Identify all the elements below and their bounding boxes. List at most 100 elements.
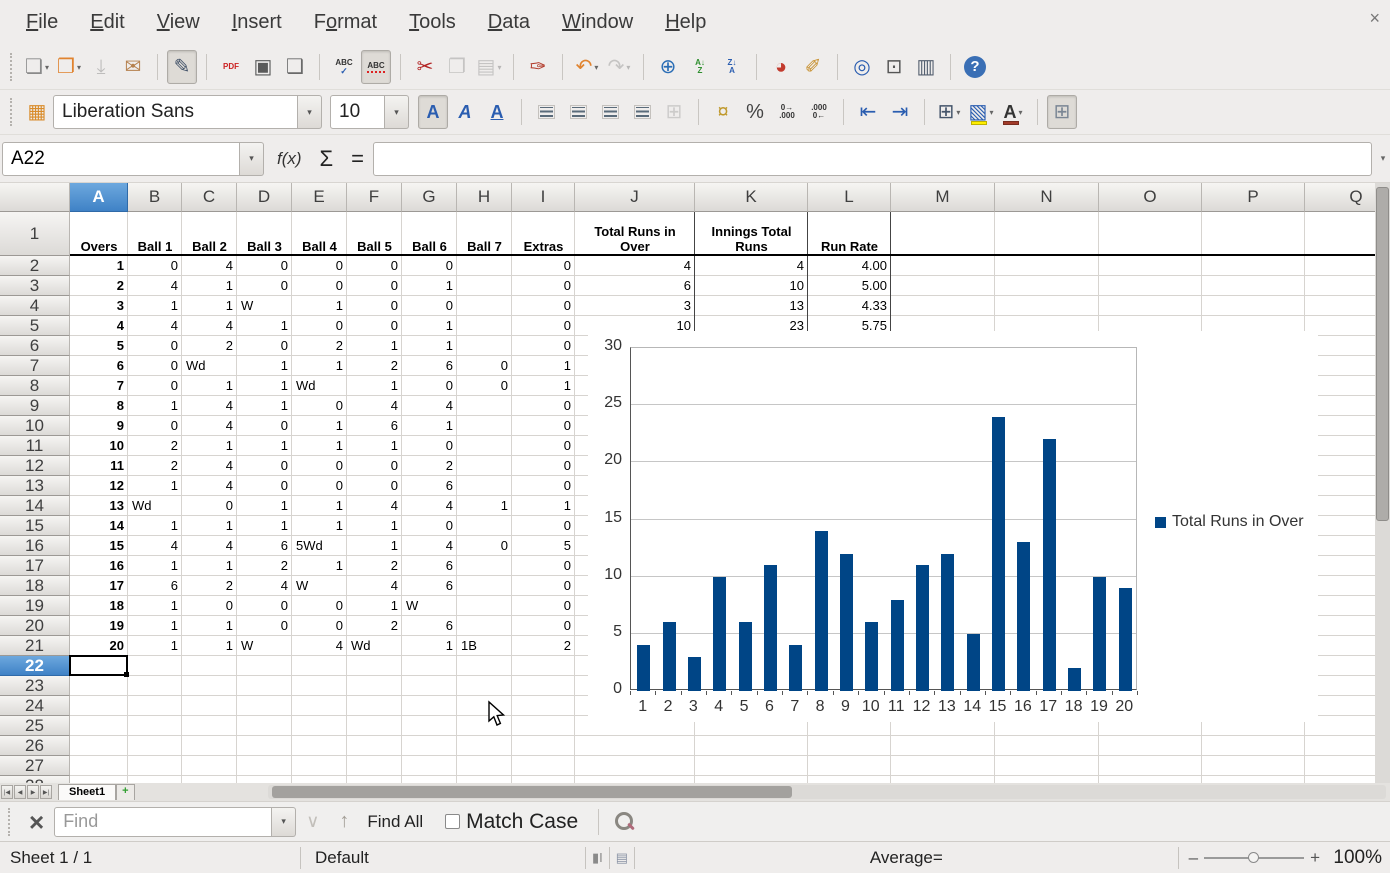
cell-F2[interactable]: 0: [347, 256, 402, 276]
cell-E4[interactable]: 1: [292, 296, 347, 316]
cell-G21[interactable]: 1: [402, 636, 457, 656]
cell-D8[interactable]: 1: [237, 376, 292, 396]
cell-D21[interactable]: W: [237, 636, 292, 656]
row-header-4[interactable]: 4: [0, 296, 70, 316]
email-icon[interactable]: ✉: [118, 50, 148, 84]
cell-G20[interactable]: 6: [402, 616, 457, 636]
menu-format[interactable]: Format: [298, 5, 393, 40]
cell-I1[interactable]: Extras: [512, 212, 575, 256]
cell-E19[interactable]: 0: [292, 596, 347, 616]
cell-D1[interactable]: Ball 3: [237, 212, 292, 256]
cell-G18[interactable]: 6: [402, 576, 457, 596]
cell-E6[interactable]: 2: [292, 336, 347, 356]
grid-corner[interactable]: [0, 183, 70, 212]
cell-D20[interactable]: 0: [237, 616, 292, 636]
dropdown-arrow-icon[interactable]: ▾: [1018, 108, 1022, 117]
dropdown-arrow-icon[interactable]: ▾: [594, 63, 598, 72]
row-header-7[interactable]: 7: [0, 356, 70, 376]
cell-D9[interactable]: 1: [237, 396, 292, 416]
cell-B1[interactable]: Ball 1: [128, 212, 182, 256]
cell-G19[interactable]: W: [402, 596, 457, 616]
open-folder-icon[interactable]: ❐▾: [54, 50, 84, 84]
cell-E16[interactable]: 5Wd: [292, 536, 347, 556]
currency-icon[interactable]: ¤: [708, 95, 738, 129]
cell-G7[interactable]: 6: [402, 356, 457, 376]
cell-F19[interactable]: 1: [347, 596, 402, 616]
gallery-icon[interactable]: ⊡: [879, 50, 909, 84]
cell-F18[interactable]: 4: [347, 576, 402, 596]
cell-B7[interactable]: 0: [128, 356, 182, 376]
function-wizard-icon[interactable]: f(x): [277, 149, 302, 169]
cell-F8[interactable]: 1: [347, 376, 402, 396]
cell-C6[interactable]: 2: [182, 336, 237, 356]
row-header-13[interactable]: 13: [0, 476, 70, 496]
cell-A11[interactable]: 10: [70, 436, 128, 456]
name-box[interactable]: [2, 142, 240, 176]
cell-D7[interactable]: 1: [237, 356, 292, 376]
column-header-A[interactable]: A: [70, 183, 128, 212]
document-modified-icon[interactable]: ▤: [616, 850, 628, 866]
status-average[interactable]: Average=: [635, 848, 1178, 868]
cell-C20[interactable]: 1: [182, 616, 237, 636]
row-header-21[interactable]: 21: [0, 636, 70, 656]
cell-F17[interactable]: 2: [347, 556, 402, 576]
cell-D4[interactable]: W: [237, 296, 292, 316]
cell-F6[interactable]: 1: [347, 336, 402, 356]
cell-F1[interactable]: Ball 5: [347, 212, 402, 256]
cell-B10[interactable]: 0: [128, 416, 182, 436]
cell-I12[interactable]: 0: [512, 456, 575, 476]
dropdown-arrow-icon[interactable]: ▾: [989, 108, 993, 117]
find-and-replace-icon[interactable]: [613, 811, 635, 833]
cell-D6[interactable]: 0: [237, 336, 292, 356]
cell-F3[interactable]: 0: [347, 276, 402, 296]
row-header-6[interactable]: 6: [0, 336, 70, 356]
cell-B3[interactable]: 4: [128, 276, 182, 296]
cell-D10[interactable]: 0: [237, 416, 292, 436]
row-header-2[interactable]: 2: [0, 256, 70, 276]
undo-icon[interactable]: ↶▾: [572, 50, 602, 84]
cell-E11[interactable]: 1: [292, 436, 347, 456]
cell-F12[interactable]: 0: [347, 456, 402, 476]
row-header-26[interactable]: 26: [0, 736, 70, 756]
cell-A12[interactable]: 11: [70, 456, 128, 476]
cell-A8[interactable]: 7: [70, 376, 128, 396]
borders-icon[interactable]: ⊞▾: [934, 95, 964, 129]
dropdown-arrow-icon[interactable]: ▾: [77, 63, 81, 72]
styles-icon[interactable]: ▦: [22, 95, 52, 129]
sort-descending-icon[interactable]: Z↓ A: [717, 50, 747, 84]
sheet-tab-sheet1[interactable]: Sheet1: [58, 784, 116, 800]
toolbar-grip[interactable]: [10, 98, 15, 126]
cell-I8[interactable]: 1: [512, 376, 575, 396]
cell-G8[interactable]: 0: [402, 376, 457, 396]
spreadsheet-icon[interactable]: ⊞: [1047, 95, 1077, 129]
align-center-icon[interactable]: [563, 95, 593, 129]
cell-G9[interactable]: 4: [402, 396, 457, 416]
hyperlink-icon[interactable]: ⊕: [653, 50, 683, 84]
cell-I16[interactable]: 5: [512, 536, 575, 556]
cell-F11[interactable]: 1: [347, 436, 402, 456]
cell-D5[interactable]: 1: [237, 316, 292, 336]
column-header-D[interactable]: D: [237, 183, 292, 212]
cell-A16[interactable]: 15: [70, 536, 128, 556]
cell-I11[interactable]: 0: [512, 436, 575, 456]
cell-E1[interactable]: Ball 4: [292, 212, 347, 256]
cell-C7[interactable]: Wd: [182, 356, 237, 376]
row-header-24[interactable]: 24: [0, 696, 70, 716]
row-header-5[interactable]: 5: [0, 316, 70, 336]
font-color-icon[interactable]: A▾: [998, 95, 1028, 129]
cell-C4[interactable]: 1: [182, 296, 237, 316]
match-case-checkbox[interactable]: [445, 814, 460, 829]
cell-F9[interactable]: 4: [347, 396, 402, 416]
cell-I4[interactable]: 0: [512, 296, 575, 316]
cut-icon[interactable]: ✂: [410, 50, 440, 84]
autospellcheck-icon[interactable]: ABC: [361, 50, 391, 84]
cell-B2[interactable]: 0: [128, 256, 182, 276]
zoom-slider-thumb[interactable]: [1248, 852, 1259, 863]
cell-A9[interactable]: 8: [70, 396, 128, 416]
cell-B9[interactable]: 1: [128, 396, 182, 416]
sheet-position[interactable]: Sheet 1 / 1: [10, 848, 300, 868]
cell-F13[interactable]: 0: [347, 476, 402, 496]
cell-E13[interactable]: 0: [292, 476, 347, 496]
cell-A2[interactable]: 1: [70, 256, 128, 276]
cell-E3[interactable]: 0: [292, 276, 347, 296]
